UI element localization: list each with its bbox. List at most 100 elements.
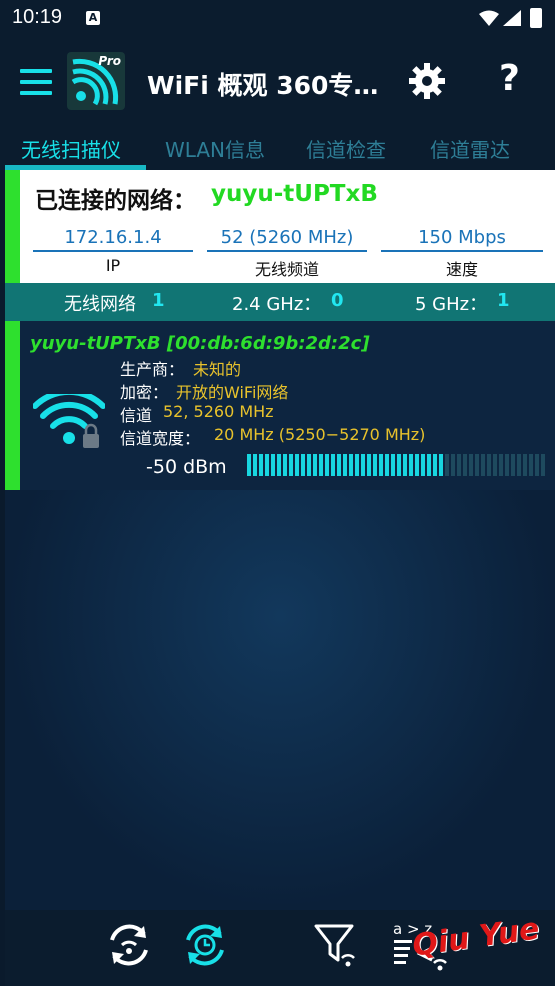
wifi-status-icon [479, 10, 499, 26]
signal-segment [511, 454, 515, 476]
notification-icon: A [86, 11, 100, 25]
connected-indicator-bar [5, 170, 20, 283]
speed-value: 150 Mbps [418, 227, 506, 248]
signal-segment [475, 454, 479, 476]
signal-segment [355, 454, 359, 476]
signal-segment [319, 454, 323, 476]
tab-wlan-info[interactable]: WLAN信息 [165, 134, 265, 163]
signal-segment [337, 454, 341, 476]
security-value: 开放的WiFi网络 [176, 383, 289, 402]
band24-count: 0 [331, 290, 344, 311]
signal-segment [457, 454, 461, 476]
signal-segment [469, 454, 473, 476]
signal-segment [289, 454, 293, 476]
signal-segment [439, 454, 443, 476]
open-wifi-icon [33, 394, 105, 448]
networks-label: 无线网络 [64, 294, 136, 315]
channel-divider [207, 250, 367, 252]
networks-count: 1 [152, 290, 165, 311]
speed-divider [381, 250, 543, 252]
network-connected-bar [5, 321, 20, 490]
channel-width-value: 20 MHz (5250−5270 MHz) [214, 425, 426, 444]
signal-segment [271, 454, 275, 476]
signal-segment [427, 454, 431, 476]
signal-segment [361, 454, 365, 476]
signal-segment [343, 454, 347, 476]
signal-segment [301, 454, 305, 476]
ip-caption: IP [105, 256, 121, 275]
tab-channel-radar[interactable]: 信道雷达 [430, 134, 510, 163]
filter-icon[interactable] [312, 920, 362, 970]
menu-icon[interactable] [20, 69, 52, 95]
signal-strength-meter [247, 454, 547, 476]
signal-segment [391, 454, 395, 476]
speed-caption: 速度 [445, 260, 478, 279]
tab-bar: 无线扫描仪 WLAN信息 信道检查 信道雷达 [0, 122, 555, 170]
help-icon[interactable]: ? [499, 58, 520, 99]
channel-value: 52 (5260 MHz) [220, 227, 354, 248]
signal-segment [415, 454, 419, 476]
tab-wifi-scanner[interactable]: 无线扫描仪 [21, 134, 121, 163]
band5-count: 1 [497, 290, 510, 311]
signal-segment [277, 454, 281, 476]
signal-segment [253, 454, 257, 476]
signal-segment [487, 454, 491, 476]
signal-segment [259, 454, 263, 476]
status-time: 10:19 [12, 6, 63, 28]
signal-strength-text: -50 dBm [146, 456, 227, 478]
network-title: yuyu-tUPTxB [00:db:6d:9b:2d:2c] [30, 333, 370, 354]
signal-segment [523, 454, 527, 476]
signal-segment [385, 454, 389, 476]
signal-segment [409, 454, 413, 476]
channel-value-detail: 52, 5260 MHz [163, 402, 274, 421]
signal-segment [403, 454, 407, 476]
signal-segment [313, 454, 317, 476]
connected-label: 已连接的网络： [35, 188, 196, 214]
signal-segment [463, 454, 467, 476]
vendor-label: 生产商： [120, 360, 185, 379]
channel-label: 信道 [120, 406, 153, 425]
channel-caption: 无线频道 [254, 260, 319, 279]
app-title: WiFi 概观 360专… [147, 71, 379, 100]
signal-segment [499, 454, 503, 476]
ip-divider [33, 250, 193, 252]
signal-segment [295, 454, 299, 476]
gear-icon[interactable] [408, 62, 446, 100]
signal-segment [421, 454, 425, 476]
battery-icon [530, 8, 542, 28]
app-logo: Pro [67, 52, 125, 110]
signal-segment [379, 454, 383, 476]
signal-segment [325, 454, 329, 476]
signal-segment [397, 454, 401, 476]
signal-segment [283, 454, 287, 476]
signal-segment [331, 454, 335, 476]
signal-segment [481, 454, 485, 476]
signal-segment [349, 454, 353, 476]
vendor-value: 未知的 [193, 360, 242, 379]
refresh-wifi-icon[interactable] [104, 920, 154, 970]
security-label: 加密： [120, 383, 169, 402]
signal-segment [541, 454, 545, 476]
tab-channel-check[interactable]: 信道检查 [306, 134, 386, 163]
signal-segment [535, 454, 539, 476]
band24-label: 2.4 GHz： [232, 294, 322, 315]
signal-segment [373, 454, 377, 476]
connected-ssid: yuyu-tUPTxB [211, 181, 378, 207]
list-background [5, 490, 555, 910]
signal-segment [493, 454, 497, 476]
status-bar: 10:19 A [0, 0, 555, 38]
signal-segment [517, 454, 521, 476]
signal-segment [307, 454, 311, 476]
signal-segment [451, 454, 455, 476]
band5-label: 5 GHz： [415, 294, 488, 315]
signal-segment [433, 454, 437, 476]
signal-segment [247, 454, 251, 476]
auto-refresh-icon[interactable] [180, 920, 230, 970]
pro-badge: Pro [98, 54, 121, 68]
cell-signal-icon [503, 10, 521, 26]
lock-icon [83, 423, 99, 448]
channel-width-label: 信道宽度： [120, 429, 201, 448]
signal-segment [265, 454, 269, 476]
signal-segment [529, 454, 533, 476]
ip-value: 172.16.1.4 [64, 227, 162, 248]
